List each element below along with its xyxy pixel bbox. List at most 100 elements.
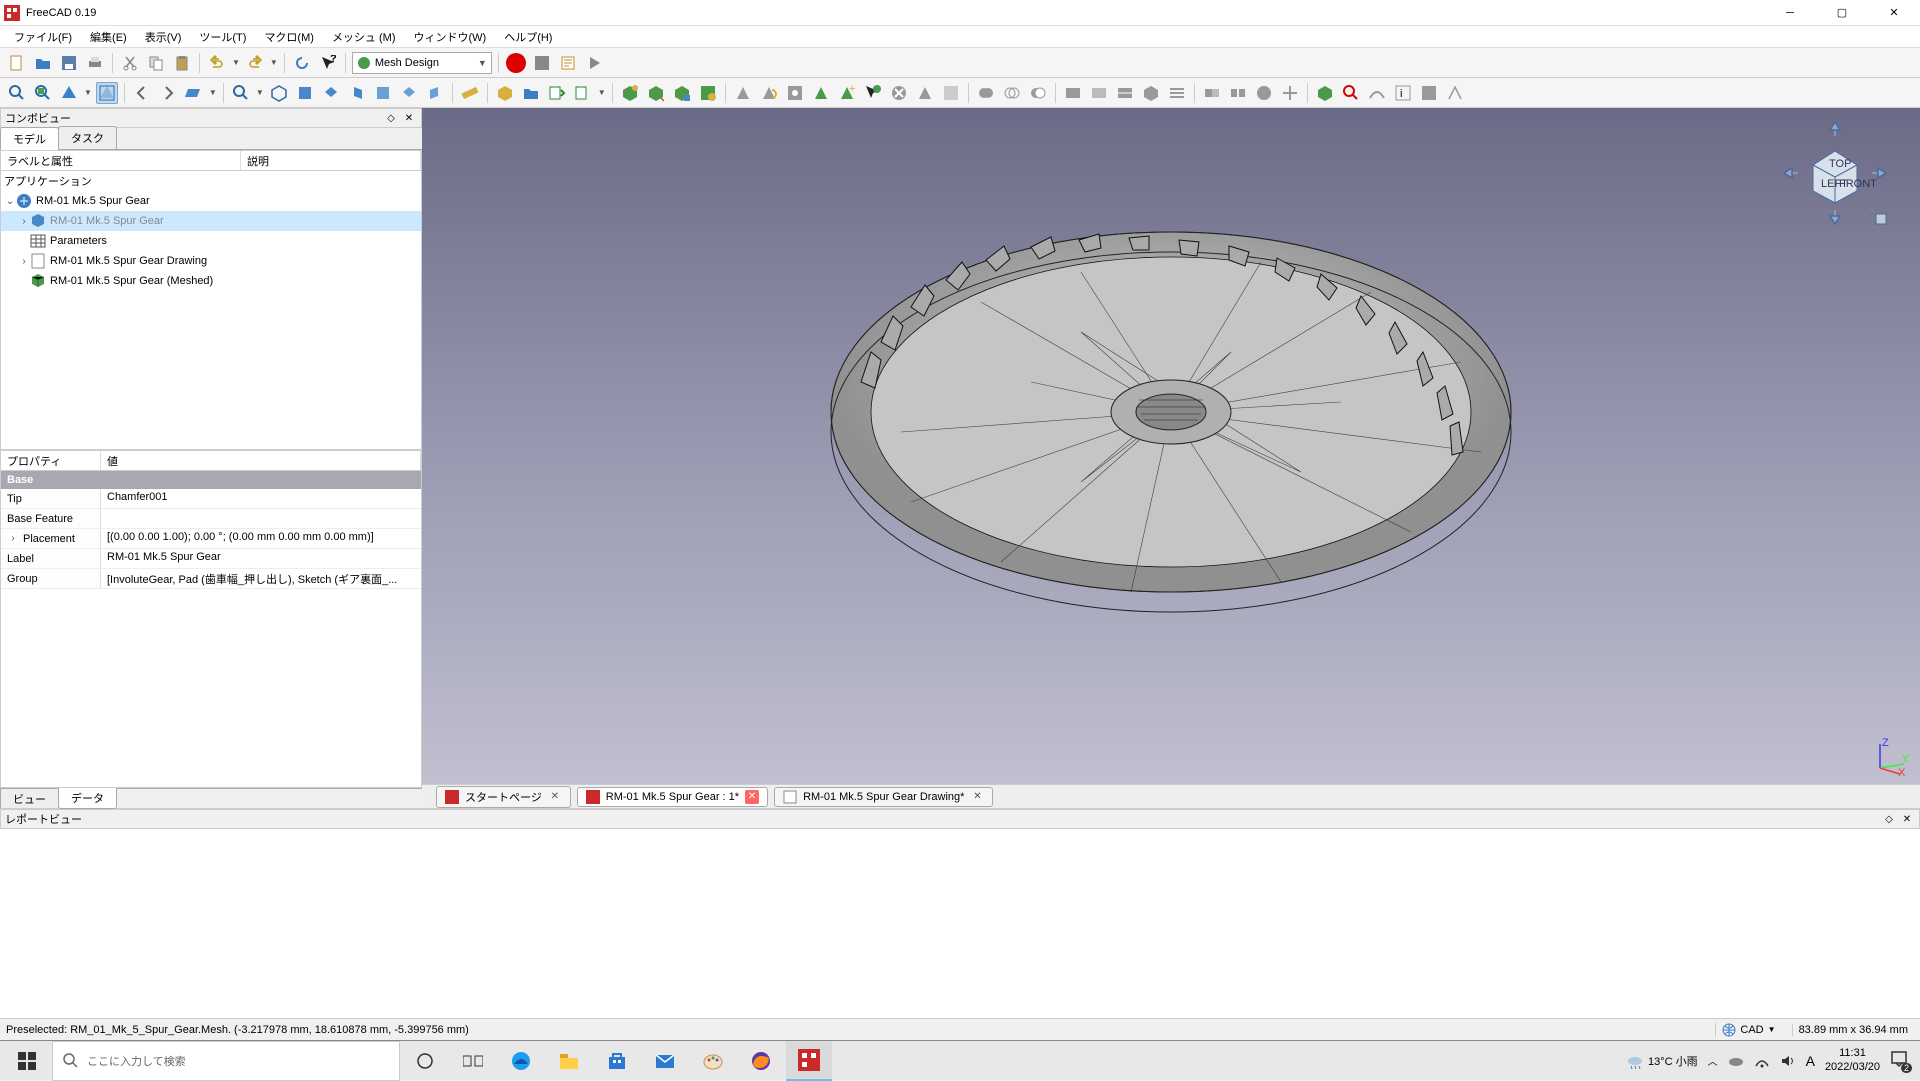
- taskbar-explorer[interactable]: [546, 1041, 592, 1081]
- mesh-add-triangle-button[interactable]: +: [836, 82, 858, 104]
- menu-file[interactable]: ファイル(F): [6, 27, 80, 47]
- group-create-button[interactable]: [520, 82, 542, 104]
- tree-toggle[interactable]: ⌄: [4, 196, 16, 207]
- tree-application[interactable]: アプリケーション: [1, 171, 421, 191]
- weather-widget[interactable]: 13°C 小雨: [1626, 1052, 1698, 1070]
- tab-data[interactable]: データ: [58, 788, 117, 809]
- whats-this-button[interactable]: ?: [317, 52, 339, 74]
- mesh-decimate-button[interactable]: [1279, 82, 1301, 104]
- panel-close-button[interactable]: ✕: [401, 110, 417, 126]
- tree-view[interactable]: ラベルと属性 説明 アプリケーション ⌄ RM-01 Mk.5 Spur Gea…: [0, 150, 422, 450]
- mesh-close-hole-button[interactable]: [810, 82, 832, 104]
- link-actions-button[interactable]: [572, 82, 594, 104]
- menu-window[interactable]: ウィンドウ(W): [405, 27, 494, 47]
- panel-close-button[interactable]: ✕: [1899, 811, 1915, 827]
- prop-row[interactable]: Base Feature: [1, 509, 421, 529]
- ime-indicator[interactable]: A: [1806, 1053, 1815, 1069]
- bounding-box-button[interactable]: [96, 82, 118, 104]
- mesh-import-button[interactable]: [619, 82, 641, 104]
- mesh-boolean-intersect-button[interactable]: [1001, 82, 1023, 104]
- mesh-eval-button[interactable]: [1340, 82, 1362, 104]
- close-button[interactable]: ✕: [1872, 1, 1916, 25]
- prop-row[interactable]: Label RM-01 Mk.5 Spur Gear: [1, 549, 421, 569]
- tree-item-mesh[interactable]: RM-01 Mk.5 Spur Gear (Meshed): [1, 271, 421, 291]
- macro-run-button[interactable]: [583, 52, 605, 74]
- macro-edit-button[interactable]: [557, 52, 579, 74]
- mesh-curvature-info-button[interactable]: i: [1392, 82, 1414, 104]
- undo-button[interactable]: [206, 52, 228, 74]
- isometric-view-button[interactable]: [268, 82, 290, 104]
- redo-dropdown[interactable]: ▼: [270, 58, 278, 67]
- mesh-remove-button[interactable]: [862, 82, 884, 104]
- mesh-segment-button[interactable]: [914, 82, 936, 104]
- link-button[interactable]: [183, 82, 205, 104]
- prop-row[interactable]: Tip Chamfer001: [1, 489, 421, 509]
- paste-button[interactable]: [171, 52, 193, 74]
- taskbar-store[interactable]: [594, 1041, 640, 1081]
- doc-tab-drawing[interactable]: RM-01 Mk.5 Spur Gear Drawing* ✕: [774, 787, 993, 807]
- prop-value[interactable]: Chamfer001: [101, 489, 421, 508]
- prop-value[interactable]: RM-01 Mk.5 Spur Gear: [101, 549, 421, 568]
- prop-value[interactable]: [InvoluteGear, Pad (歯車幅_押し出し), Sketch (ギ…: [101, 569, 421, 588]
- tab-task[interactable]: タスク: [58, 126, 117, 149]
- open-file-button[interactable]: [32, 52, 54, 74]
- tree-item-drawing[interactable]: › RM-01 Mk.5 Spur Gear Drawing: [1, 251, 421, 271]
- volume-icon[interactable]: [1780, 1053, 1796, 1069]
- 3d-viewport[interactable]: LEFT FRONT TOP Z Y X: [422, 108, 1920, 784]
- rear-view-button[interactable]: [372, 82, 394, 104]
- nav-back-button[interactable]: [131, 82, 153, 104]
- top-view-button[interactable]: [320, 82, 342, 104]
- right-view-button[interactable]: [346, 82, 368, 104]
- measure-button[interactable]: [459, 82, 481, 104]
- doc-tab-startpage[interactable]: スタートページ ✕: [436, 786, 571, 808]
- tab-model[interactable]: モデル: [0, 127, 59, 150]
- mesh-boolean-union-button[interactable]: [975, 82, 997, 104]
- print-button[interactable]: [84, 52, 106, 74]
- tray-chevron[interactable]: ︿: [1708, 1053, 1718, 1068]
- draw-style-dropdown[interactable]: ▼: [84, 88, 92, 97]
- nav-style-selector[interactable]: CAD ▼: [1715, 1023, 1781, 1037]
- task-view-button[interactable]: [450, 1041, 496, 1081]
- tab-close-button[interactable]: ✕: [548, 790, 562, 804]
- undo-dropdown[interactable]: ▼: [232, 58, 240, 67]
- notification-button[interactable]: 2: [1890, 1050, 1908, 1071]
- tab-view[interactable]: ビュー: [0, 789, 59, 810]
- prop-value[interactable]: [101, 509, 421, 528]
- tab-close-button[interactable]: ✕: [970, 790, 984, 804]
- tree-item-parameters[interactable]: Parameters: [1, 231, 421, 251]
- maximize-button[interactable]: ▢: [1820, 1, 1864, 25]
- bottom-view-button[interactable]: [398, 82, 420, 104]
- taskbar-freecad[interactable]: [786, 1041, 832, 1081]
- onedrive-icon[interactable]: [1728, 1053, 1744, 1069]
- gear-mesh-model[interactable]: [781, 182, 1561, 662]
- doc-tab-gear[interactable]: RM-01 Mk.5 Spur Gear : 1* ✕: [577, 787, 768, 807]
- part-create-button[interactable]: [494, 82, 516, 104]
- tree-toggle[interactable]: ›: [7, 533, 19, 544]
- mesh-merge-button[interactable]: [1201, 82, 1223, 104]
- mesh-refinement-button[interactable]: [697, 82, 719, 104]
- mesh-face-info-button[interactable]: [1444, 82, 1466, 104]
- menu-mesh[interactable]: メッシュ (M): [324, 27, 404, 47]
- menu-help[interactable]: ヘルプ(H): [496, 27, 560, 47]
- taskbar-paint[interactable]: [690, 1041, 736, 1081]
- menu-view[interactable]: 表示(V): [137, 27, 190, 47]
- zoom-dropdown[interactable]: ▼: [256, 88, 264, 97]
- taskbar-clock[interactable]: 11:31 2022/03/20: [1825, 1047, 1880, 1073]
- nav-forward-button[interactable]: [157, 82, 179, 104]
- refresh-button[interactable]: [291, 52, 313, 74]
- mesh-flip-button[interactable]: [758, 82, 780, 104]
- mesh-split-button[interactable]: [1227, 82, 1249, 104]
- fit-all-button[interactable]: [6, 82, 28, 104]
- front-view-button[interactable]: [294, 82, 316, 104]
- taskbar-search[interactable]: ここに入力して検索: [52, 1041, 400, 1081]
- network-icon[interactable]: [1754, 1053, 1770, 1069]
- mesh-curvature-button[interactable]: [1366, 82, 1388, 104]
- save-button[interactable]: [58, 52, 80, 74]
- macro-record-button[interactable]: [505, 52, 527, 74]
- fit-selection-button[interactable]: [32, 82, 54, 104]
- menu-macro[interactable]: マクロ(M): [256, 27, 322, 47]
- left-view-button[interactable]: [424, 82, 446, 104]
- mesh-harmonize-button[interactable]: [732, 82, 754, 104]
- tree-item-body[interactable]: › RM-01 Mk.5 Spur Gear: [1, 211, 421, 231]
- combo-view-titlebar[interactable]: コンボビュー ◇ ✕: [0, 108, 422, 128]
